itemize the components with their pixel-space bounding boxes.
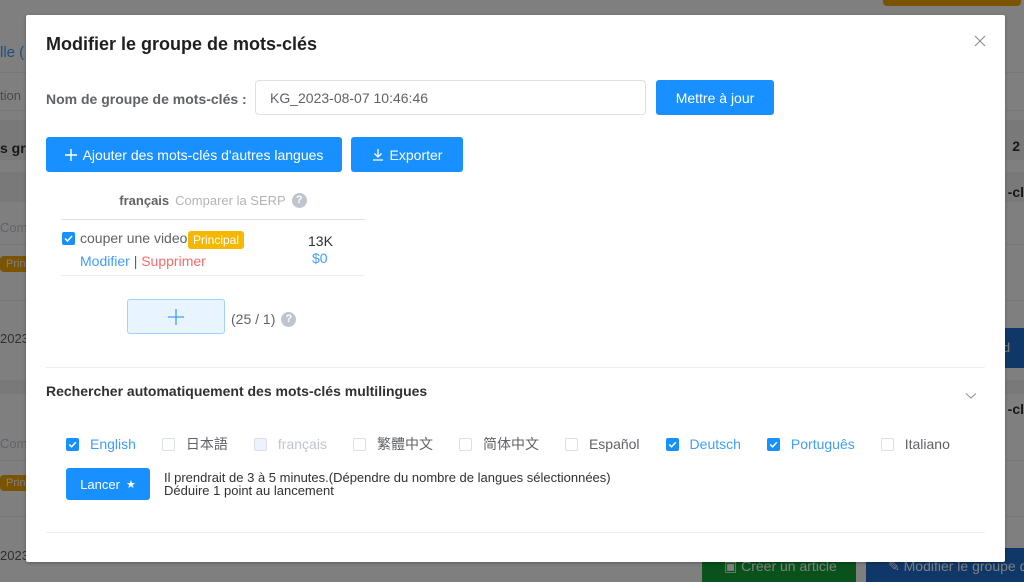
plus-icon: [168, 308, 184, 325]
language-checkbox[interactable]: [458, 437, 472, 451]
delete-keyword-link[interactable]: Supprimer: [141, 253, 206, 269]
language-option[interactable]: Português: [766, 436, 855, 452]
update-button[interactable]: Mettre à jour: [656, 80, 774, 115]
language-option: français: [253, 436, 327, 452]
language-label: 简体中文: [482, 436, 539, 452]
group-name-label: Nom de groupe de mots-clés :: [46, 91, 247, 107]
star-icon: ★: [125, 478, 136, 491]
add-other-languages-button[interactable]: Ajouter des mots-clés d'autres langues: [46, 137, 342, 172]
section-divider: [46, 367, 985, 368]
language-option[interactable]: 简体中文: [458, 434, 539, 454]
modal-title: Modifier le groupe de mots-clés: [46, 34, 318, 54]
language-option[interactable]: 繁體中文: [352, 434, 433, 454]
collapse-toggle[interactable]: [965, 387, 977, 405]
keyword-text: couper une video: [80, 230, 188, 246]
launch-button-label: Lancer: [80, 476, 120, 492]
language-checkbox[interactable]: [665, 437, 679, 451]
language-checkbox[interactable]: [564, 437, 578, 451]
keyword-row: couper une video Principal Modifier | Su…: [61, 220, 365, 276]
keyword-language: français: [119, 193, 170, 208]
keyword-count: (25 / 1) ?: [231, 311, 297, 327]
download-icon: [372, 148, 383, 161]
language-label: Italiano: [904, 436, 950, 452]
add-other-languages-label: Ajouter des mots-clés d'autres langues: [82, 146, 324, 163]
edit-keyword-group-modal: Modifier le groupe de mots-clés Nom de g…: [26, 15, 1005, 562]
close-icon: [974, 35, 986, 47]
edit-keyword-link[interactable]: Modifier: [80, 253, 130, 269]
help-icon[interactable]: ?: [281, 311, 297, 327]
launch-info: Il prendrait de 3 à 5 minutes.(Dépendre …: [164, 471, 611, 497]
check-icon: [769, 441, 778, 448]
close-button[interactable]: [973, 34, 987, 48]
language-option[interactable]: Español: [564, 436, 640, 452]
language-label: Deutsch: [689, 436, 741, 452]
language-checkbox[interactable]: [66, 437, 79, 451]
language-label: 日本語: [185, 436, 228, 452]
principal-badge: Principal: [188, 231, 245, 249]
chevron-down-icon: [965, 393, 977, 399]
language-option[interactable]: Italiano: [880, 436, 950, 452]
language-label: Português: [790, 436, 855, 452]
auto-search-title: Rechercher automatiquement des mots-clés…: [46, 383, 428, 399]
update-button-label: Mettre à jour: [675, 89, 755, 106]
section-divider: [46, 532, 985, 533]
language-label: Español: [588, 436, 640, 452]
keyword-table: français Comparer la SERP ? couper une v…: [61, 193, 365, 276]
export-button-label: Exporter: [389, 146, 443, 163]
compare-serp-link[interactable]: Comparer la SERP: [175, 193, 286, 208]
language-checkbox[interactable]: [352, 437, 366, 451]
export-button[interactable]: Exporter: [351, 137, 463, 172]
language-checkbox[interactable]: [161, 437, 175, 451]
language-checkbox: [253, 437, 267, 451]
language-label: English: [90, 436, 136, 452]
plus-icon: [64, 148, 77, 161]
keyword-count-text: (25 / 1): [231, 311, 276, 327]
keyword-volume: 13K: [308, 233, 333, 249]
check-icon: [668, 441, 676, 448]
language-checkbox[interactable]: [766, 437, 780, 451]
language-option[interactable]: English: [66, 436, 136, 452]
launch-button[interactable]: Lancer ★: [66, 468, 150, 500]
keyword-actions: Modifier | Supprimer: [80, 253, 206, 269]
launch-info-cost: Déduire 1 point au lancement: [164, 483, 334, 498]
check-icon: [68, 441, 77, 448]
keyword-checkbox[interactable]: [62, 232, 75, 245]
language-checkbox[interactable]: [880, 437, 894, 451]
language-option[interactable]: Deutsch: [665, 436, 741, 452]
language-label: 繁體中文: [376, 436, 433, 452]
check-icon: [64, 235, 73, 243]
language-label: français: [277, 436, 327, 452]
help-icon[interactable]: ?: [291, 193, 307, 208]
action-separator: |: [133, 253, 138, 269]
language-option[interactable]: 日本語: [161, 434, 228, 454]
keyword-cpc: $0: [312, 250, 328, 266]
group-name-input[interactable]: [255, 80, 646, 115]
keyword-table-header: français Comparer la SERP ?: [61, 193, 365, 220]
language-checkbox-group: English 日本語 français 繁體中文 简体中文 Español Deutsch…: [66, 434, 976, 454]
add-keyword-button[interactable]: [127, 299, 225, 334]
